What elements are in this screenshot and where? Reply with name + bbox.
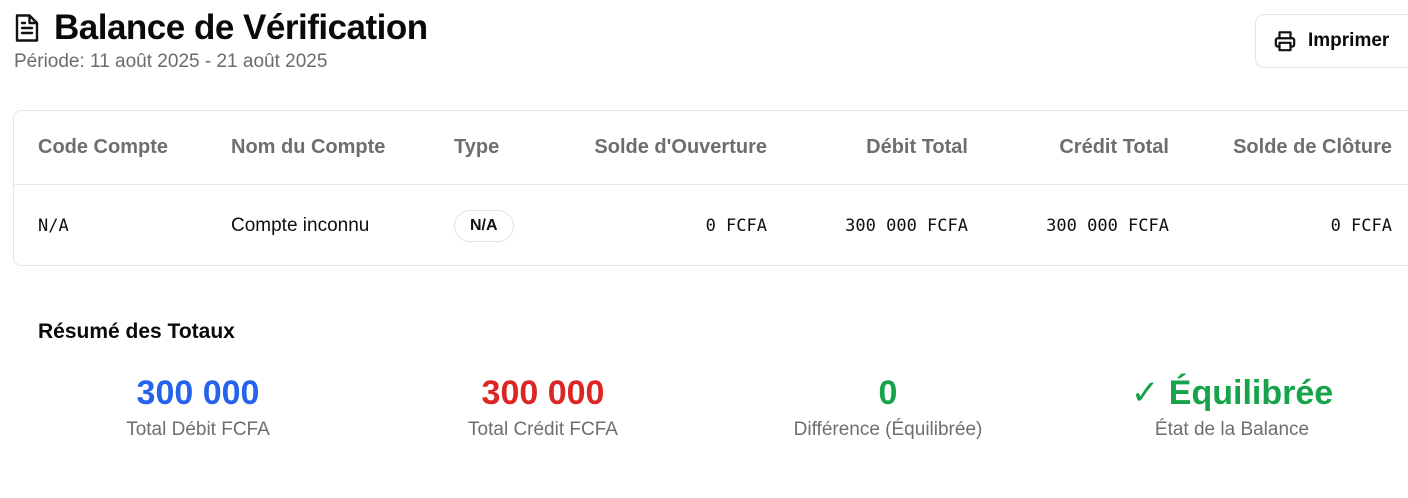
type-badge: N/A bbox=[454, 210, 514, 242]
cell-total-debit: 300 000 FCFA bbox=[845, 216, 968, 236]
period-label: Période: 11 août 2025 - 21 août 2025 bbox=[14, 51, 328, 72]
printer-icon bbox=[1274, 30, 1296, 52]
summary-total-credit: 300 000 Total Crédit FCFA bbox=[373, 372, 713, 441]
column-header-total-debit[interactable]: Débit Total bbox=[866, 111, 968, 184]
column-header-closing-balance[interactable]: Solde de Clôture bbox=[1233, 111, 1392, 184]
balance-status-label: État de la Balance bbox=[1154, 419, 1310, 440]
column-header-name[interactable]: Nom du Compte bbox=[231, 111, 385, 184]
print-button-label: Imprimer bbox=[1308, 30, 1390, 51]
difference-value: 0 bbox=[878, 374, 898, 412]
balance-status-value: ✓ Équilibrée bbox=[1130, 374, 1334, 412]
page-title: Balance de Vérification bbox=[54, 8, 428, 47]
trial-balance-table: Code Compte Nom du Compte Type Solde d'O… bbox=[13, 110, 1408, 266]
cell-opening-balance: 0 FCFA bbox=[705, 216, 767, 236]
column-header-total-credit[interactable]: Crédit Total bbox=[1059, 111, 1169, 184]
total-credit-label: Total Crédit FCFA bbox=[468, 419, 618, 440]
cell-account-name: Compte inconnu bbox=[231, 215, 370, 236]
summary-totals: 300 000 Total Débit FCFA 300 000 Total C… bbox=[0, 372, 1408, 452]
summary-title: Résumé des Totaux bbox=[38, 320, 235, 343]
page-header: Balance de Vérification Période: 11 août… bbox=[14, 8, 428, 74]
total-debit-label: Total Débit FCFA bbox=[126, 419, 270, 440]
summary-difference: 0 Différence (Équilibrée) bbox=[718, 372, 1058, 441]
cell-account-code: N/A bbox=[38, 216, 69, 236]
total-credit-value: 300 000 bbox=[481, 374, 605, 412]
trial-balance-page: Balance de Vérification Période: 11 août… bbox=[0, 0, 1408, 498]
column-header-type[interactable]: Type bbox=[454, 111, 499, 184]
summary-total-debit: 300 000 Total Débit FCFA bbox=[28, 372, 368, 441]
table-row[interactable]: N/A Compte inconnu N/A 0 FCFA 300 000 FC… bbox=[14, 185, 1408, 267]
summary-balance-status: ✓ Équilibrée État de la Balance bbox=[1062, 372, 1402, 441]
document-icon bbox=[14, 13, 40, 43]
title-row: Balance de Vérification bbox=[14, 8, 428, 48]
column-header-code[interactable]: Code Compte bbox=[38, 111, 168, 184]
difference-label: Différence (Équilibrée) bbox=[793, 419, 983, 440]
cell-account-type: N/A bbox=[454, 185, 514, 267]
print-button[interactable]: Imprimer bbox=[1255, 14, 1408, 68]
total-debit-value: 300 000 bbox=[136, 374, 260, 412]
cell-total-credit: 300 000 FCFA bbox=[1046, 216, 1169, 236]
column-header-opening-balance[interactable]: Solde d'Ouverture bbox=[594, 111, 767, 184]
table-header-row: Code Compte Nom du Compte Type Solde d'O… bbox=[14, 111, 1408, 185]
cell-closing-balance: 0 FCFA bbox=[1330, 216, 1392, 236]
